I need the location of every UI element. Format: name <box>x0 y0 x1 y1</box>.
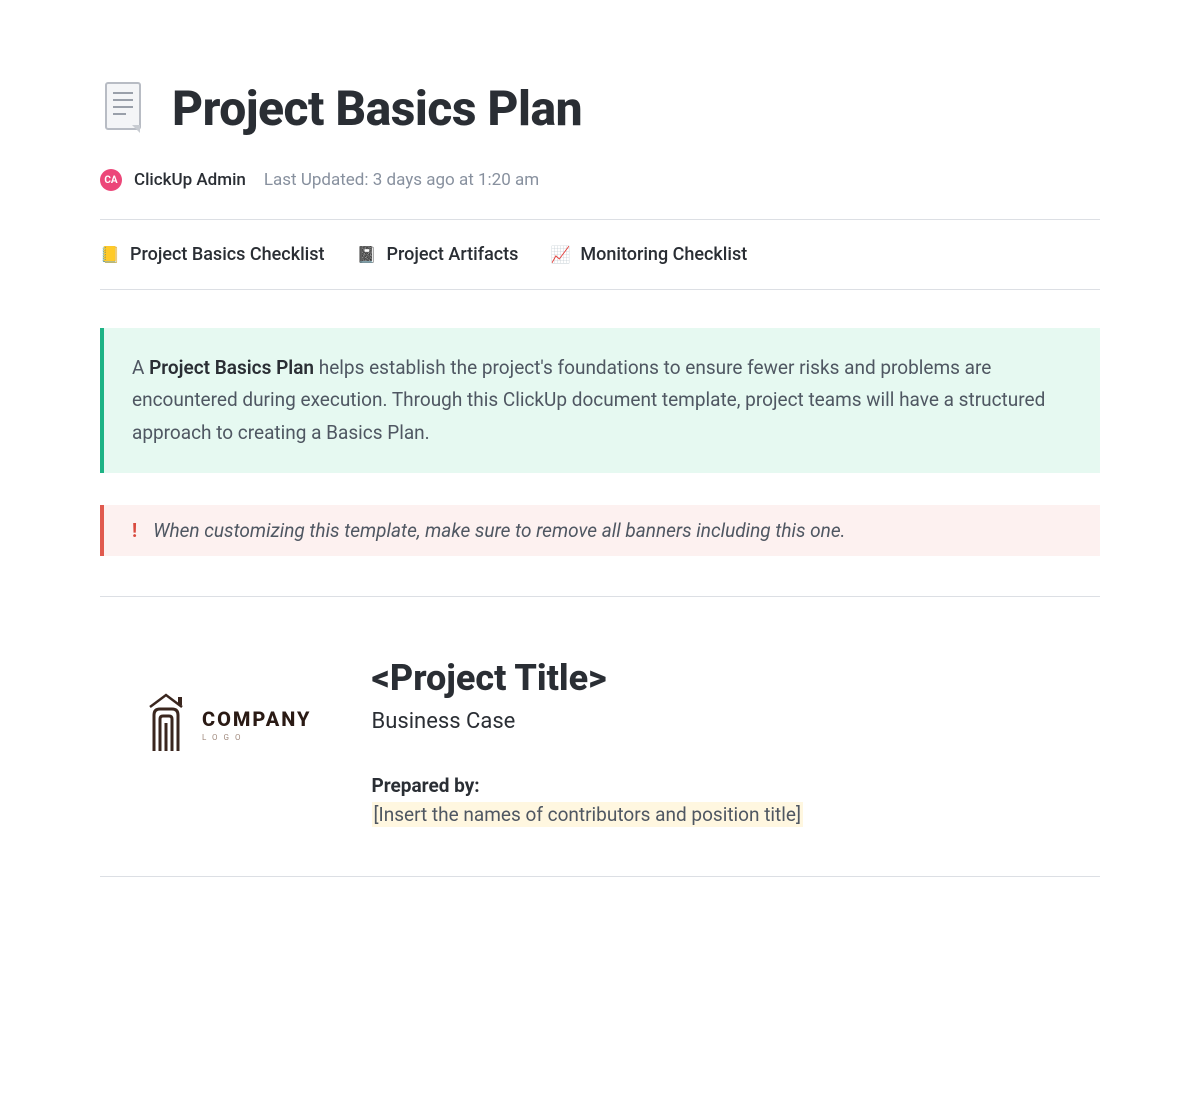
warning-icon: ! <box>132 519 137 542</box>
document-header-block: COMPANY LOGO <Project Title> Business Ca… <box>100 657 1100 826</box>
tab-project-artifacts[interactable]: 📓 Project Artifacts <box>357 244 519 265</box>
page-title: Project Basics Plan <box>172 80 582 137</box>
chart-icon: 📈 <box>550 245 570 265</box>
divider <box>100 596 1100 597</box>
divider <box>100 219 1100 220</box>
banner-bold: Project Basics Plan <box>149 356 314 379</box>
notebook-alt-icon: 📓 <box>357 245 377 265</box>
tabs-row: 📒 Project Basics Checklist 📓 Project Art… <box>100 244 1100 265</box>
author-name[interactable]: ClickUp Admin <box>134 170 246 190</box>
divider <box>100 289 1100 290</box>
tab-monitoring-checklist[interactable]: 📈 Monitoring Checklist <box>550 244 747 265</box>
tab-label: Project Artifacts <box>387 244 519 265</box>
project-title-placeholder[interactable]: <Project Title> <box>372 657 803 699</box>
prepared-by-label: Prepared by: <box>372 774 803 797</box>
title-row: Project Basics Plan <box>100 80 1100 137</box>
warning-banner: ! When customizing this template, make s… <box>100 505 1100 556</box>
logo-subtext: LOGO <box>202 733 247 742</box>
company-logo: COMPANY LOGO <box>140 693 312 757</box>
last-updated-text: Last Updated: 3 days ago at 1:20 am <box>264 170 539 190</box>
document-icon <box>100 81 148 137</box>
logo-mark-icon <box>140 693 192 757</box>
tab-label: Project Basics Checklist <box>130 244 325 265</box>
author-avatar[interactable]: CA <box>100 169 122 191</box>
info-banner: A Project Basics Plan helps establish th… <box>100 328 1100 473</box>
prepared-by-placeholder[interactable]: [Insert the names of contributors and po… <box>372 802 803 827</box>
logo-text: COMPANY LOGO <box>202 707 312 742</box>
logo-word: COMPANY <box>202 707 312 731</box>
notebook-icon: 📒 <box>100 245 120 265</box>
tab-label: Monitoring Checklist <box>580 244 747 265</box>
tab-project-basics-checklist[interactable]: 📒 Project Basics Checklist <box>100 244 325 265</box>
project-subtitle: Business Case <box>372 709 803 734</box>
warning-text: When customizing this template, make sur… <box>153 519 845 542</box>
banner-text-before: A <box>132 356 149 379</box>
meta-row: CA ClickUp Admin Last Updated: 3 days ag… <box>100 169 1100 191</box>
divider <box>100 876 1100 877</box>
project-heading-block: <Project Title> Business Case Prepared b… <box>372 657 803 826</box>
